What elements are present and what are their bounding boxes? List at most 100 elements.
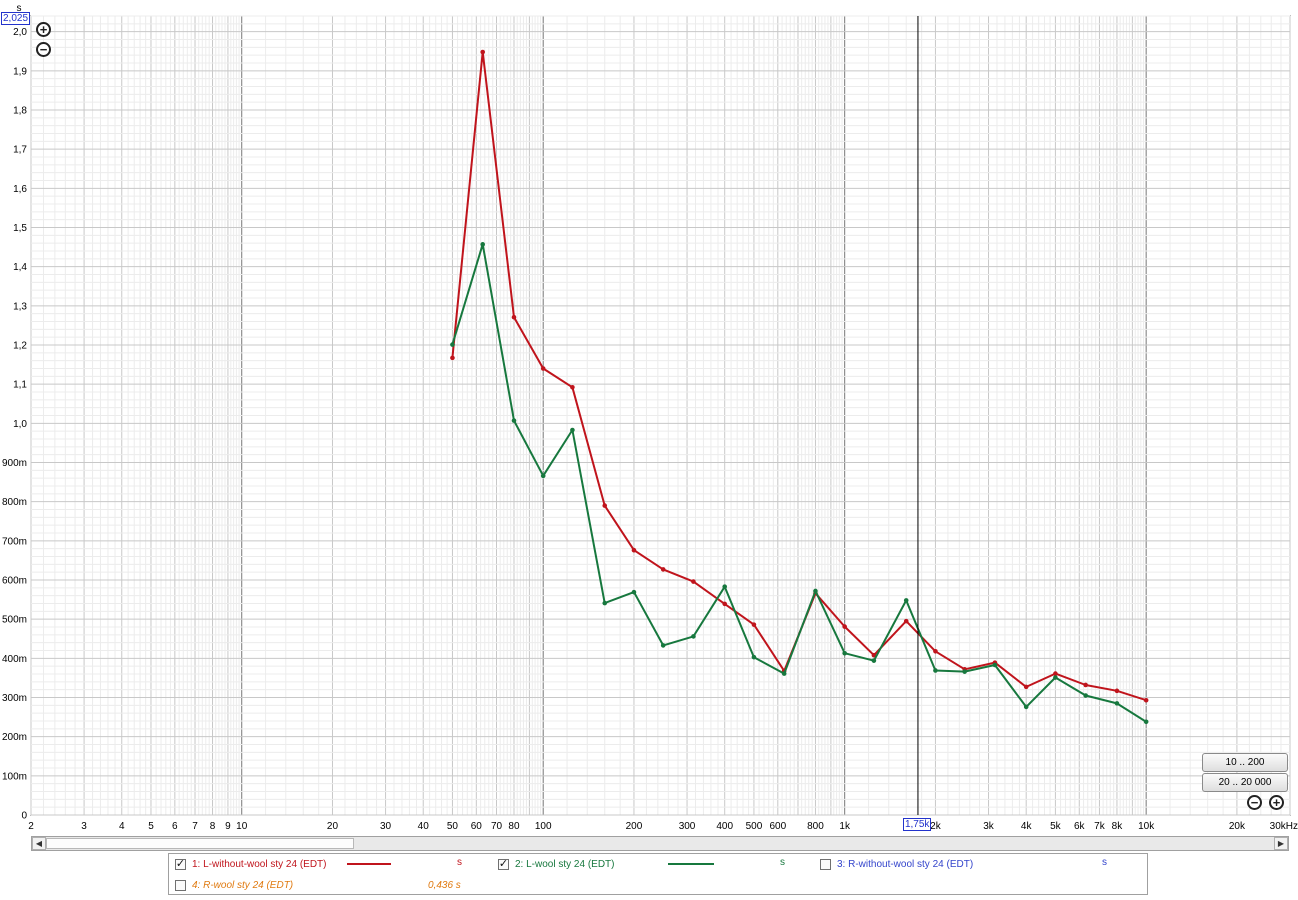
data-point	[722, 584, 728, 589]
y-tick-label: 1,3	[13, 301, 27, 312]
data-point	[781, 671, 787, 676]
data-point	[1023, 704, 1029, 710]
x-tick-label: 200	[626, 821, 643, 832]
x-tick-label: 70	[491, 821, 503, 832]
data-point	[813, 588, 818, 594]
data-point	[903, 598, 909, 603]
data-point	[660, 567, 666, 572]
x-tick-label: 20	[327, 821, 339, 832]
x-tick-label: 2	[28, 821, 34, 832]
data-point	[602, 503, 608, 508]
x-tick-label: 500	[746, 821, 763, 832]
y-tick-label: 800m	[2, 497, 27, 508]
y-tick-label: 400m	[2, 654, 27, 665]
data-point	[540, 366, 546, 371]
legend-checkbox-4[interactable]	[175, 879, 186, 891]
y-tick-label: 1,5	[13, 223, 27, 234]
data-point	[1143, 719, 1149, 725]
x-tick-label: 400	[716, 821, 733, 832]
horizontal-zoom-in-button[interactable]: +	[1269, 795, 1284, 810]
x-tick-label: 8k	[1112, 821, 1124, 832]
legend-item-3[interactable]: 3: R-without-wool sty 24 (EDT)	[820, 856, 973, 872]
x-tick-label: 6	[172, 821, 178, 832]
data-point	[450, 355, 455, 361]
x-tick-labels: 2 3 4 5 6 7 8 9 10 20 30 40 50 60 70 80 100 200 300 400 500 6…	[28, 821, 1298, 832]
x-tick-label: 60	[471, 821, 483, 832]
data-point	[570, 427, 575, 433]
x-tick-label: 100	[535, 821, 552, 832]
range-20-20000-button[interactable]: 20 .. 20 000	[1202, 773, 1288, 792]
x-tick-label: 7k	[1094, 821, 1106, 832]
horizontal-zoom-out-button[interactable]: −	[1247, 795, 1262, 810]
data-point	[480, 49, 486, 55]
plot-area[interactable]: 2 3 4 5 6 7 8 9 10 20 30 40 50 60 70 80 100 200 300 400 500 6…	[0, 0, 1298, 834]
data-point	[691, 634, 696, 639]
x-tick-label: 800	[807, 821, 824, 832]
y-tick-label: 1,6	[13, 184, 27, 195]
x-tick-label: 50	[447, 821, 459, 832]
y-tick-label: 1,2	[13, 341, 27, 352]
data-point	[751, 654, 757, 660]
cursor-y-readout: 2,025	[1, 12, 31, 25]
x-tick-label: 10k	[1138, 821, 1155, 832]
y-tick-label: 300m	[2, 693, 27, 704]
legend-item-2[interactable]: ✓ 2: L-wool sty 24 (EDT)	[498, 856, 614, 872]
x-tick-label: 600	[769, 821, 786, 832]
data-point	[602, 600, 608, 606]
data-point	[1083, 693, 1088, 698]
horizontal-scrollbar[interactable]: ◀ ▶	[31, 836, 1289, 851]
scroll-left-arrow-icon[interactable]: ◀	[32, 837, 46, 850]
y-tick-label: 1,7	[13, 145, 27, 156]
x-tick-label: 300	[679, 821, 696, 832]
y-tick-labels: 0 100m 200m 300m 400m 500m 600m 700m 800m 900m 1,0…	[2, 27, 27, 821]
x-tick-label: 2k	[930, 821, 942, 832]
legend-item-1[interactable]: ✓ 1: L-without-wool sty 24 (EDT)	[175, 856, 327, 872]
legend-value-3: s	[1102, 857, 1107, 868]
cursor-x-readout: 1,75k	[902, 818, 932, 831]
x-tick-label: 20k	[1229, 821, 1246, 832]
y-tick-label: 200m	[2, 732, 27, 743]
x-tick-label: 9	[225, 821, 231, 832]
data-point	[540, 473, 546, 479]
data-point	[842, 650, 847, 656]
legend-checkbox-1[interactable]: ✓	[175, 858, 186, 870]
x-tick-label: 80	[508, 821, 520, 832]
data-point	[480, 242, 486, 247]
range-10-200-button[interactable]: 10 .. 200	[1202, 753, 1288, 772]
legend-value-4: 0,436 s	[428, 880, 461, 891]
x-tick-label: 30	[380, 821, 392, 832]
vertical-zoom-out-button[interactable]: −	[36, 42, 51, 57]
data-point	[751, 622, 757, 627]
y-tick-label: 900m	[2, 458, 27, 469]
data-point	[1114, 701, 1120, 706]
data-point	[1083, 682, 1088, 688]
y-tick-label: 1,8	[13, 106, 27, 117]
x-tick-label: 1k	[839, 821, 851, 832]
data-point	[511, 314, 517, 320]
data-point	[1114, 688, 1120, 694]
x-tick-label: 6k	[1074, 821, 1086, 832]
scrollbar-thumb[interactable]	[46, 838, 354, 849]
scroll-right-arrow-icon[interactable]: ▶	[1274, 837, 1288, 850]
y-tick-label: 600m	[2, 576, 27, 587]
data-point	[1023, 684, 1029, 690]
legend-swatch-2	[668, 863, 714, 865]
x-tick-label: 8	[210, 821, 216, 832]
y-tick-label: 2,0	[13, 27, 27, 38]
x-tick-label: 7	[192, 821, 198, 832]
data-point	[962, 669, 967, 674]
vertical-zoom-in-button[interactable]: +	[36, 22, 51, 37]
y-tick-label: 1,0	[13, 419, 27, 430]
legend-panel: ✓ 1: L-without-wool sty 24 (EDT) s ✓ 2: …	[168, 853, 1148, 895]
legend-checkbox-2[interactable]: ✓	[498, 858, 509, 870]
legend-label-4: 4: R-wool sty 24 (EDT)	[192, 879, 294, 891]
legend-label-3: 3: R-without-wool sty 24 (EDT)	[837, 858, 974, 870]
x-tick-label: 30kHz	[1270, 821, 1298, 832]
data-point	[722, 601, 728, 607]
legend-item-4[interactable]: 4: R-wool sty 24 (EDT)	[175, 877, 293, 893]
data-point	[511, 418, 517, 423]
data-point	[992, 662, 998, 668]
legend-checkbox-3[interactable]	[820, 858, 831, 870]
legend-label-2: 2: L-wool sty 24 (EDT)	[515, 858, 615, 870]
data-point	[1053, 671, 1058, 676]
